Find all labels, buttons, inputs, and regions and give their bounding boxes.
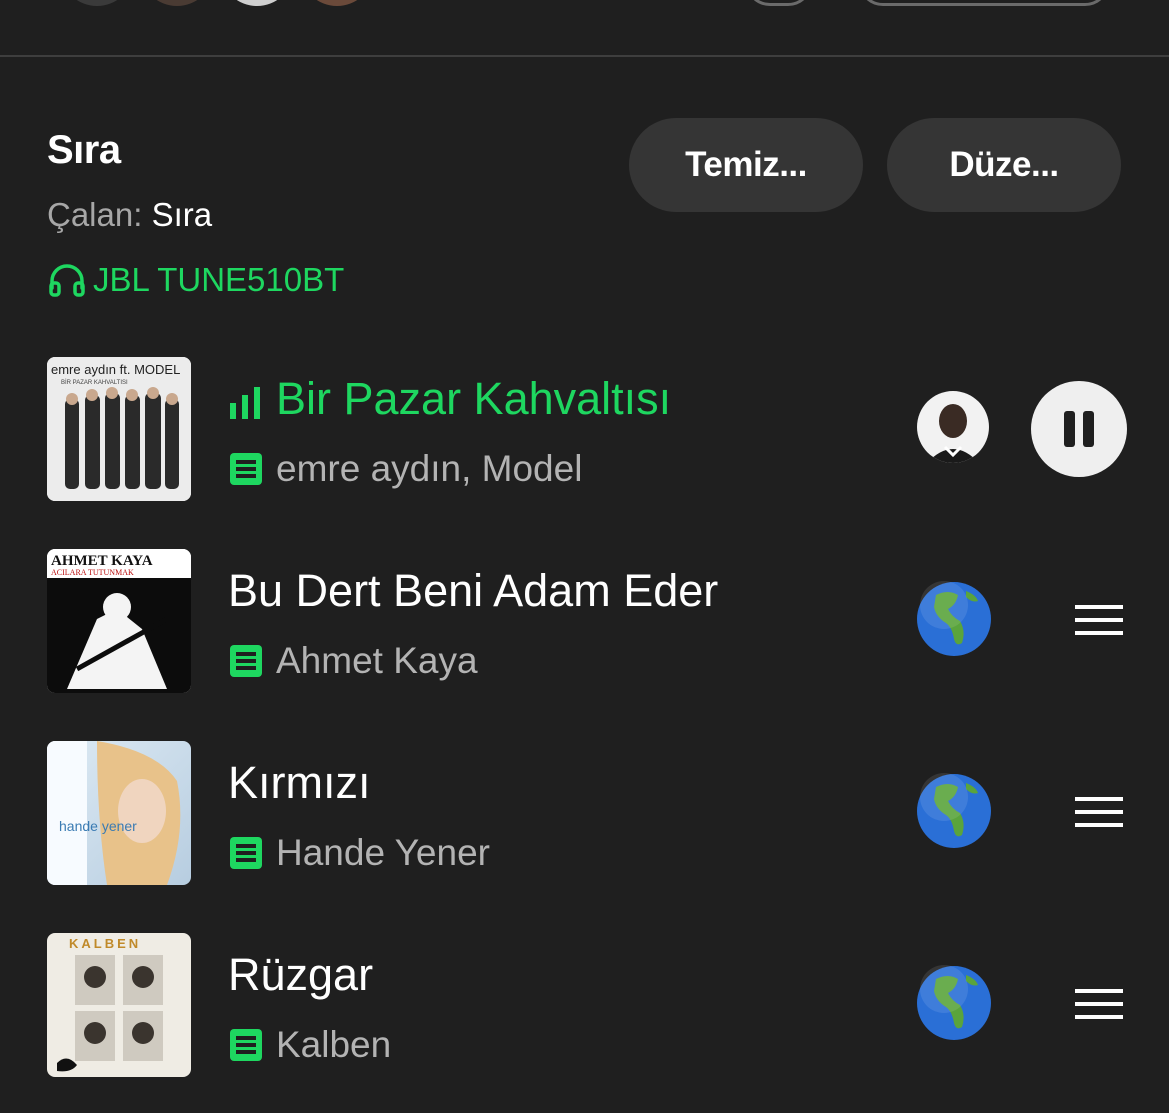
top-pill-button[interactable] [858,0,1110,6]
queue-track-row[interactable]: emre aydın ft. MODEL BİR PAZAR KAHVALTIS… [0,357,1169,503]
track-meta: Hande Yener [228,831,490,875]
cover-subtext: ACILARA TUTUNMAK [51,568,134,577]
headphones-icon [49,264,85,297]
added-by-avatar[interactable] [917,391,989,463]
queue-track-row[interactable]: AHMET KAYA ACILARA TUTUNMAK Bu Dert Beni… [0,549,1169,695]
globe-americas-icon[interactable] [916,965,992,1041]
device-name: JBL TUNE510BT [93,261,345,298]
listener-avatar[interactable] [302,0,372,6]
globe-americas-icon[interactable] [916,581,992,657]
track-title[interactable]: Rüzgar [228,949,373,1001]
drag-handle-icon[interactable] [1075,605,1123,635]
pause-button[interactable] [1031,381,1127,477]
pause-icon [1064,411,1094,447]
drag-handle-icon[interactable] [1075,797,1123,827]
album-cover: KALBEN [47,933,191,1077]
downloaded-icon [230,453,262,485]
cover-text: hande yener [59,818,137,834]
downloaded-icon [230,837,262,869]
drag-handle-icon[interactable] [1075,989,1123,1019]
track-artist[interactable]: emre aydın, Model [276,448,582,490]
listener-avatar[interactable] [62,0,132,6]
top-bar [0,0,1169,57]
track-title[interactable]: Kırmızı [228,757,371,809]
track-artist[interactable]: Hande Yener [276,832,490,874]
downloaded-icon [230,645,262,677]
cover-text: AHMET KAYA [51,553,153,569]
album-cover: hande yener [47,741,191,885]
track-artist[interactable]: Kalben [276,1024,391,1066]
cover-text: KALBEN [69,936,141,951]
downloaded-icon [230,1029,262,1061]
now-playing-label: Çalan: [47,196,143,233]
now-playing-value: Sıra [151,196,213,233]
album-cover: AHMET KAYA ACILARA TUTUNMAK [47,549,191,693]
track-artist[interactable]: Ahmet Kaya [276,640,478,682]
listener-avatar[interactable] [142,0,212,6]
track-title[interactable]: Bir Pazar Kahvaltısı [276,373,671,425]
track-meta: Kalben [228,1023,391,1067]
cover-subtext: BİR PAZAR KAHVALTISI [61,379,128,386]
queue-track-row[interactable]: hande yener Kırmızı Hande Yener [0,741,1169,887]
track-meta: emre aydın, Model [228,447,582,491]
page-title: Sıra [47,128,121,172]
track-meta: Ahmet Kaya [228,639,478,683]
album-cover: emre aydın ft. MODEL BİR PAZAR KAHVALTIS… [47,357,191,501]
clear-queue-button[interactable]: Temiz... [629,118,863,212]
top-round-button[interactable] [745,0,813,6]
listener-avatar[interactable] [222,0,292,6]
now-playing-equalizer-icon [230,387,260,419]
track-title[interactable]: Bu Dert Beni Adam Eder [228,565,718,617]
now-playing-context: Çalan: Sıra [47,196,212,234]
edit-queue-button[interactable]: Düze... [887,118,1121,212]
queue-track-row[interactable]: KALBEN Rüzgar Kalben [0,933,1169,1079]
queue-page: Sıra Çalan: Sıra JBL TUNE510BT Temiz... … [0,0,1169,1113]
connected-device[interactable]: JBL TUNE510BT [47,258,344,302]
divider [0,55,1169,57]
globe-americas-icon[interactable] [916,773,992,849]
cover-text: emre aydın ft. MODEL [51,362,180,377]
